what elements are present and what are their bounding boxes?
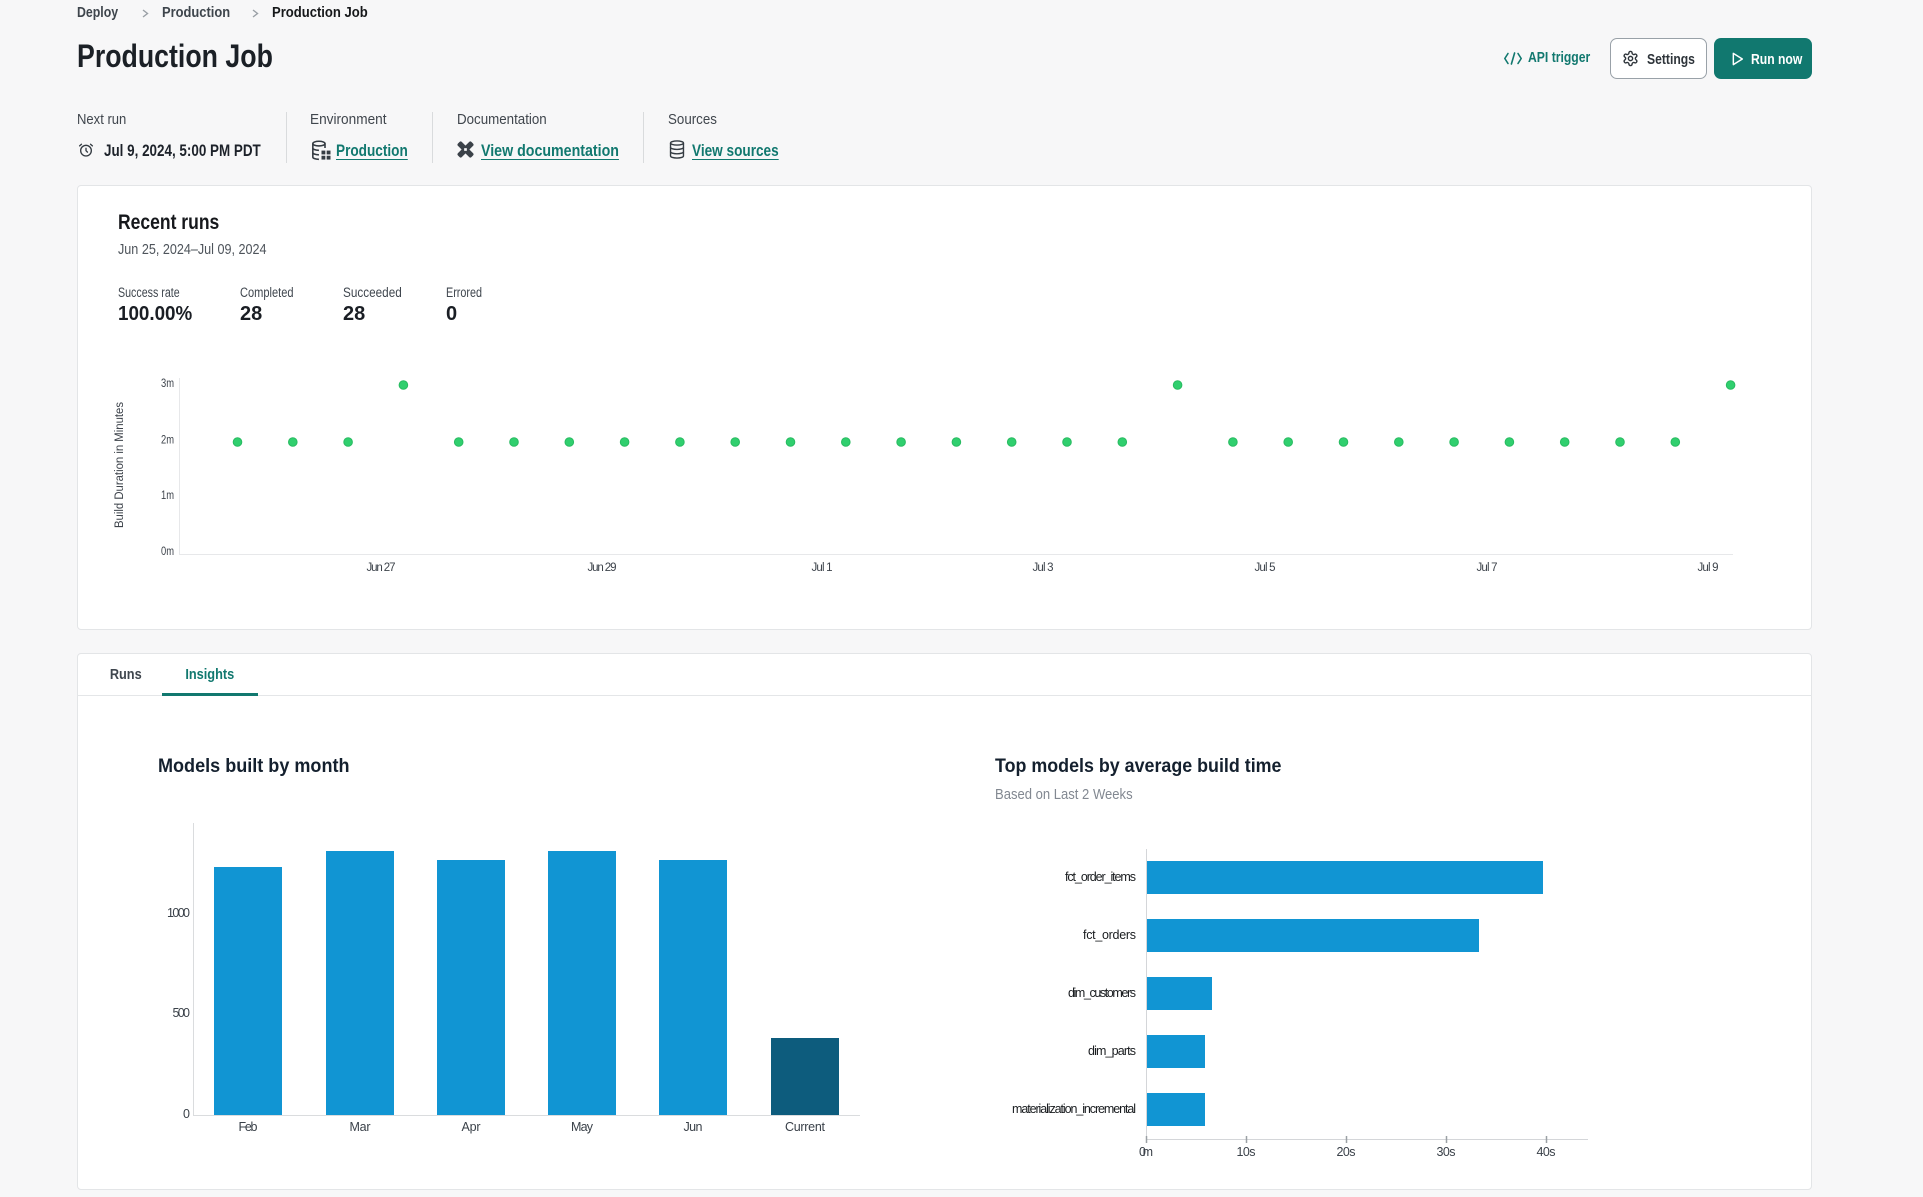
svg-text:10s: 10s xyxy=(1237,1145,1256,1159)
svg-text:500: 500 xyxy=(173,1006,191,1020)
svg-text:1m: 1m xyxy=(161,490,174,502)
svg-text:Jul 9: Jul 9 xyxy=(1698,562,1719,574)
svg-text:Jun 27: Jun 27 xyxy=(367,562,396,574)
svg-text:Feb: Feb xyxy=(239,1120,258,1134)
svg-text:May: May xyxy=(571,1120,594,1134)
svg-text:Build Duration in Minutes: Build Duration in Minutes xyxy=(114,402,126,528)
svg-text:0m: 0m xyxy=(1139,1145,1153,1159)
svg-text:fct_order_items: fct_order_items xyxy=(1065,870,1136,884)
svg-text:1000: 1000 xyxy=(167,906,190,920)
svg-text:dim_customers: dim_customers xyxy=(1068,986,1136,1000)
svg-text:Jul 3: Jul 3 xyxy=(1033,562,1054,574)
svg-text:0: 0 xyxy=(183,1107,190,1121)
svg-text:fct_orders: fct_orders xyxy=(1083,928,1136,942)
svg-text:Jul 7: Jul 7 xyxy=(1477,562,1498,574)
svg-text:Apr: Apr xyxy=(462,1120,481,1134)
svg-text:Jun 29: Jun 29 xyxy=(588,562,617,574)
svg-text:Current: Current xyxy=(785,1120,826,1134)
svg-text:Jul 5: Jul 5 xyxy=(1255,562,1276,574)
svg-text:Mar: Mar xyxy=(350,1120,371,1134)
svg-text:30s: 30s xyxy=(1437,1145,1456,1159)
svg-text:20s: 20s xyxy=(1337,1145,1356,1159)
svg-text:40s: 40s xyxy=(1537,1145,1556,1159)
svg-text:dim_parts: dim_parts xyxy=(1088,1044,1136,1058)
svg-text:materialization_incremental: materialization_incremental xyxy=(1012,1102,1136,1116)
svg-text:3m: 3m xyxy=(161,378,174,390)
svg-text:0m: 0m xyxy=(161,546,174,558)
svg-text:2m: 2m xyxy=(161,435,174,447)
svg-text:Jul 1: Jul 1 xyxy=(812,562,833,574)
svg-text:Jun: Jun xyxy=(684,1120,703,1134)
